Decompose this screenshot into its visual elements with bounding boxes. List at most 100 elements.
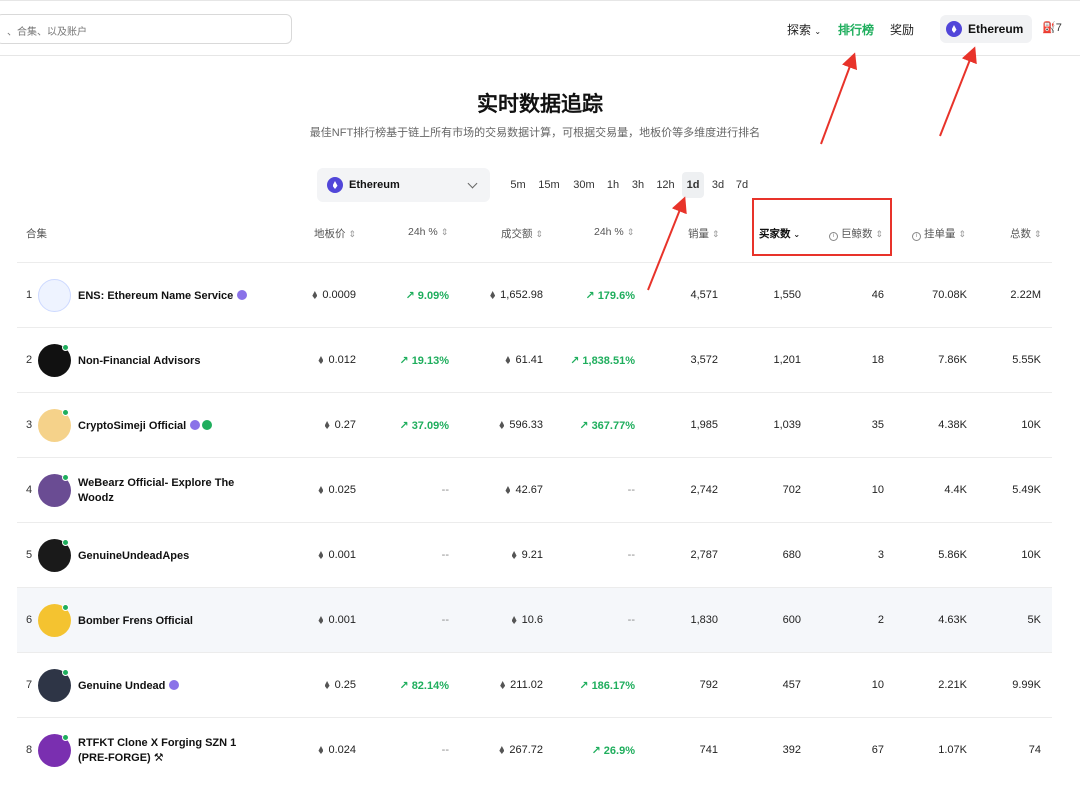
header-sales[interactable]: 销量 ⇕ bbox=[688, 226, 719, 241]
tab-3d[interactable]: 3d bbox=[708, 172, 728, 198]
eth-icon bbox=[318, 551, 324, 559]
header-volume[interactable]: 成交额 ⇕ bbox=[501, 226, 543, 241]
collection-name[interactable]: GenuineUndeadApes bbox=[78, 549, 258, 564]
volume-change: ↗ 186.17% bbox=[579, 680, 635, 692]
table-row[interactable]: 4 WeBearz Official- Explore The Woodz 0.… bbox=[17, 457, 1052, 522]
verified-dot-icon bbox=[62, 604, 69, 611]
tab-1h[interactable]: 1h bbox=[604, 172, 622, 198]
chain-switcher-button[interactable]: Ethereum bbox=[940, 15, 1032, 43]
sales: 792 bbox=[699, 679, 718, 691]
collection-name-text: CryptoSimeji Official bbox=[78, 420, 187, 432]
tab-15m[interactable]: 15m bbox=[535, 172, 563, 198]
verified-dot-icon bbox=[62, 734, 69, 741]
table-row[interactable]: 8 RTFKT Clone X Forging SZN 1 (PRE-FORGE… bbox=[17, 717, 1052, 782]
chain-label: Ethereum bbox=[968, 22, 1024, 36]
volume: 596.33 bbox=[499, 419, 543, 431]
collection-name-text: ENS: Ethereum Name Service bbox=[78, 290, 234, 302]
collection-name[interactable]: ENS: Ethereum Name Service bbox=[78, 289, 258, 304]
volume: 1,652.98 bbox=[490, 289, 543, 301]
header-supply[interactable]: 总数 ⇕ bbox=[1010, 226, 1041, 241]
collection-name[interactable]: Non-Financial Advisors bbox=[78, 354, 258, 369]
verified-dot-icon bbox=[62, 474, 69, 481]
volume: 10.6 bbox=[511, 614, 543, 626]
table-row[interactable]: 2 Non-Financial Advisors 0.012 ↗ 19.13% … bbox=[17, 327, 1052, 392]
floor-change: -- bbox=[441, 484, 449, 496]
collection-name-text: WeBearz Official- Explore The Woodz bbox=[78, 477, 235, 504]
tab-30m[interactable]: 30m bbox=[569, 172, 599, 198]
trend-up-icon: ↗ bbox=[570, 355, 583, 367]
rank: 4 bbox=[26, 484, 33, 496]
volume-change: -- bbox=[627, 484, 635, 496]
collection-name-text: RTFKT Clone X Forging SZN 1 (PRE-FORGE) … bbox=[78, 737, 237, 764]
collection-name[interactable]: CryptoSimeji Official bbox=[78, 419, 258, 434]
eth-icon bbox=[490, 291, 496, 299]
tab-7d[interactable]: 7d bbox=[732, 172, 752, 198]
table-row[interactable]: 5 GenuineUndeadApes 0.001 -- 9.21 -- 2,7… bbox=[17, 522, 1052, 587]
tab-5m[interactable]: 5m bbox=[507, 172, 529, 198]
whales: 67 bbox=[871, 744, 884, 756]
nav-explore[interactable]: 探索 ⌄ bbox=[787, 21, 821, 38]
collection-name[interactable]: Genuine Undead bbox=[78, 679, 258, 694]
floor-change: -- bbox=[441, 549, 449, 561]
chevron-down-icon: ⌄ bbox=[814, 27, 822, 36]
tab-12h[interactable]: 12h bbox=[653, 172, 678, 198]
sort-icon: ⇕ bbox=[958, 229, 966, 239]
header-floor-change[interactable]: 24h % ⇕ bbox=[408, 226, 448, 238]
table-row[interactable]: 7 Genuine Undead 0.25 ↗ 82.14% 211.02 ↗ … bbox=[17, 652, 1052, 717]
whales: 46 bbox=[871, 289, 884, 301]
listed: 4.63K bbox=[938, 614, 967, 626]
buyers: 1,550 bbox=[773, 289, 801, 301]
header-volume-label: 成交额 bbox=[501, 228, 533, 240]
eth-icon bbox=[318, 486, 324, 494]
whales: 10 bbox=[871, 484, 884, 496]
header-listed[interactable]: i 挂单量 ⇕ bbox=[912, 226, 966, 241]
header-floor[interactable]: 地板价 ⇕ bbox=[314, 226, 356, 241]
listed: 2.21K bbox=[938, 679, 967, 691]
listed: 7.86K bbox=[938, 354, 967, 366]
collection-name[interactable]: WeBearz Official- Explore The Woodz bbox=[78, 476, 258, 506]
rank: 3 bbox=[26, 419, 33, 431]
sort-icon: ⇕ bbox=[440, 227, 449, 237]
nav-rankings[interactable]: 排行榜 bbox=[838, 21, 874, 38]
nav-rewards[interactable]: 奖励 bbox=[890, 21, 914, 38]
tab-1d[interactable]: 1d bbox=[682, 172, 704, 198]
table-row[interactable]: 3 CryptoSimeji Official 0.27 ↗ 37.09% 59… bbox=[17, 392, 1052, 457]
eth-icon bbox=[500, 681, 506, 689]
search-input[interactable]: 、合集、以及账户 bbox=[0, 14, 292, 44]
volume: 267.72 bbox=[499, 744, 543, 756]
header-volume-change-label: 24h % bbox=[594, 226, 624, 238]
gas-indicator[interactable]: ⛽7 bbox=[1042, 21, 1062, 34]
table-row[interactable]: 1 ENS: Ethereum Name Service 0.0009 ↗ 9.… bbox=[17, 262, 1052, 327]
top-navigation-bar: 、合集、以及账户 探索 ⌄ 排行榜 奖励 Ethereum ⛽7 bbox=[0, 0, 1080, 56]
header-volume-change[interactable]: 24h % ⇕ bbox=[594, 226, 634, 238]
rank: 1 bbox=[26, 289, 33, 301]
volume: 9.21 bbox=[511, 549, 543, 561]
chain-select[interactable]: Ethereum bbox=[317, 168, 490, 202]
collection-avatar[interactable] bbox=[38, 279, 71, 312]
table-row[interactable]: 6 Bomber Frens Official 0.001 -- 10.6 --… bbox=[17, 587, 1052, 652]
collection-name-text: Non-Financial Advisors bbox=[78, 355, 201, 367]
sort-icon: ⇕ bbox=[711, 229, 720, 239]
annotation-highlight-box bbox=[752, 198, 892, 256]
verified-dot-icon bbox=[62, 344, 69, 351]
trend-up-icon: ↗ bbox=[585, 290, 598, 302]
trend-up-icon: ↗ bbox=[399, 420, 412, 432]
eth-icon bbox=[312, 291, 318, 299]
listed: 5.86K bbox=[938, 549, 967, 561]
volume: 211.02 bbox=[500, 679, 543, 691]
rank: 7 bbox=[26, 679, 33, 691]
collection-name[interactable]: Bomber Frens Official bbox=[78, 614, 258, 629]
supply: 10K bbox=[1021, 419, 1041, 431]
listed: 1.07K bbox=[938, 744, 967, 756]
eth-icon bbox=[499, 421, 505, 429]
gas-pump-icon: ⛽ bbox=[1042, 22, 1056, 34]
floor-price: 0.024 bbox=[318, 744, 356, 756]
collection-name[interactable]: RTFKT Clone X Forging SZN 1 (PRE-FORGE) … bbox=[78, 736, 258, 766]
eth-icon bbox=[318, 746, 324, 754]
tab-3h[interactable]: 3h bbox=[628, 172, 648, 198]
gas-value: 7 bbox=[1055, 22, 1062, 34]
floor-change: ↗ 37.09% bbox=[399, 420, 449, 432]
collection-name-text: Genuine Undead bbox=[78, 680, 166, 692]
floor-change: -- bbox=[441, 614, 449, 626]
sales: 2,742 bbox=[690, 484, 718, 496]
